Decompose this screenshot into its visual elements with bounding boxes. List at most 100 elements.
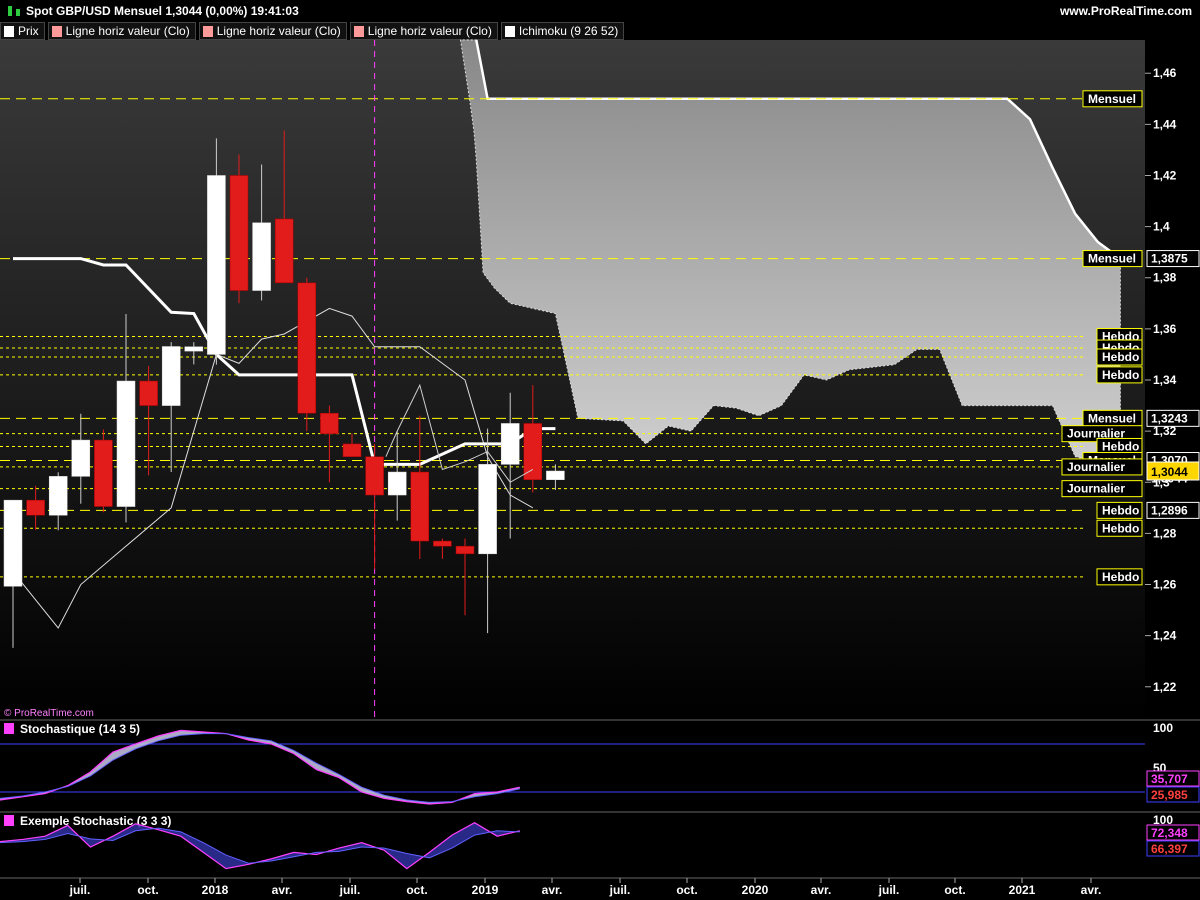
site-url[interactable]: www.ProRealTime.com — [1060, 4, 1192, 18]
level-label-box — [1096, 568, 1143, 586]
stoch-y-tick: 50 — [1153, 761, 1167, 775]
x-tick-label: avr. — [542, 883, 563, 897]
stoch-value-box — [1146, 824, 1200, 841]
stoch-value: 25,985 — [1151, 788, 1188, 802]
candle — [207, 175, 226, 355]
y-tick-label: 1,46 — [1153, 66, 1177, 80]
candle — [500, 423, 520, 465]
price-tag: 1,3243 — [1151, 411, 1188, 425]
price-tag-partial: 1,3044 — [1151, 471, 1188, 485]
level-label-box — [1096, 339, 1143, 357]
level-label: Hebdo — [1102, 330, 1139, 344]
x-tick-label: juil. — [339, 883, 361, 897]
legend-item[interactable]: Ichimoku (9 26 52) — [500, 22, 625, 40]
level-label: Mensuel — [1088, 252, 1136, 266]
candle — [455, 545, 475, 555]
legend-label: Prix — [18, 24, 39, 38]
level-label: Journalier — [1067, 427, 1125, 441]
level-label-box — [1061, 480, 1143, 498]
candle — [433, 540, 452, 547]
y-tick-label: 1,26 — [1153, 578, 1177, 592]
indicator-legend: Prix Ligne horiz valeur (Clo) Ligne horiz … — [0, 22, 625, 40]
legend-label: Ligne horiz valeur (Clo) — [367, 24, 492, 38]
level-label: Hebdo — [1102, 341, 1139, 355]
bar-chart-icon — [16, 9, 20, 16]
tenkan-line — [12, 307, 534, 629]
level-label-box — [1061, 425, 1143, 443]
watermark: © ProRealTime.com — [4, 708, 94, 719]
stoch-value: 72,348 — [1151, 826, 1188, 840]
stoch-panel-bg — [0, 720, 1200, 812]
stoch-value: 35,707 — [1151, 772, 1188, 786]
legend-item[interactable]: Ligne horiz valeur (Clo) — [349, 22, 498, 40]
level-label: Hebdo — [1102, 439, 1139, 453]
y-tick-label: 1,44 — [1153, 117, 1177, 131]
legend-label: Ligne horiz valeur (Clo) — [65, 24, 190, 38]
header-bar: Spot GBP/USD Mensuel 1,3044 (0,00%) 19:4… — [0, 0, 1200, 22]
level-label: Hebdo — [1102, 350, 1139, 364]
stoch-title: Exemple Stochastic (3 3 3) — [20, 814, 171, 828]
current-price-label: 1,3044 — [1151, 465, 1188, 479]
level-label-box — [1082, 250, 1143, 268]
stoch-value: 66,397 — [1151, 842, 1188, 856]
candle — [478, 464, 497, 555]
y-tick-label: 1,38 — [1153, 271, 1177, 285]
x-tick-label: juil. — [69, 883, 91, 897]
level-label: Mensuel — [1088, 454, 1136, 468]
stoch-fill — [0, 730, 520, 804]
level-label-box — [1082, 90, 1143, 108]
x-tick-label: avr. — [811, 883, 832, 897]
level-label: Hebdo — [1102, 521, 1139, 535]
level-label-box — [1096, 366, 1143, 384]
level-label: Mensuel — [1088, 92, 1136, 106]
x-tick-label: oct. — [676, 883, 697, 897]
candle — [184, 346, 204, 352]
title-text: Spot GBP/USD Mensuel 1,3044 (0,00%) 19:4… — [26, 4, 299, 18]
y-tick-label: 1,4 — [1153, 220, 1170, 234]
x-tick-label: juil. — [878, 883, 900, 897]
level-label-box — [1096, 328, 1143, 346]
candle — [116, 380, 136, 507]
legend-item[interactable]: Ligne horiz valeur (Clo) — [47, 22, 196, 40]
level-label-box — [1061, 458, 1143, 476]
candle — [546, 470, 565, 480]
stoch-value-box — [1146, 786, 1200, 803]
chart-title: Spot GBP/USD Mensuel 1,3044 (0,00%) 19:4… — [8, 4, 299, 18]
price-tag-box — [1146, 250, 1200, 268]
x-tick-label: avr. — [272, 883, 293, 897]
chikou-line — [385, 383, 534, 483]
candle — [342, 443, 362, 457]
candle — [387, 471, 407, 496]
y-tick-label: 1,36 — [1153, 322, 1177, 336]
stoch-value-box — [1146, 840, 1200, 857]
level-label: Hebdo — [1102, 503, 1139, 517]
level-label-box — [1082, 452, 1143, 470]
candle — [48, 476, 68, 516]
stoch-legend-swatch — [4, 723, 14, 734]
legend-item[interactable]: Prix — [0, 22, 45, 40]
x-tick-label: 2020 — [742, 883, 769, 897]
candle — [274, 218, 294, 284]
price-tag: 1,2896 — [1151, 503, 1188, 517]
stoch-y-tick: 100 — [1153, 813, 1173, 827]
candle — [94, 439, 113, 507]
level-label: Hebdo — [1102, 368, 1139, 382]
x-tick-label: 2021 — [1009, 883, 1036, 897]
legend-item[interactable]: Ligne horiz valeur (Clo) — [198, 22, 347, 40]
price-tag-box — [1146, 501, 1200, 519]
y-tick-label: 1,32 — [1153, 424, 1177, 438]
candle — [320, 412, 339, 434]
level-label-box — [1096, 501, 1143, 519]
stoch-title: Stochastique (14 3 5) — [20, 722, 140, 736]
price-axis-bg — [1145, 40, 1200, 720]
candle — [297, 282, 317, 414]
legend-swatch-icon — [504, 25, 515, 37]
senkou-span-a — [475, 39, 1122, 260]
y-tick-label: 1,3 — [1153, 475, 1170, 489]
y-tick-label: 1,22 — [1153, 680, 1177, 694]
level-label-box — [1096, 437, 1143, 455]
y-tick-label: 1,34 — [1153, 373, 1177, 387]
candle — [71, 439, 91, 477]
ichimoku-cloud — [459, 39, 1121, 463]
price-tag: 1,3875 — [1151, 252, 1188, 266]
